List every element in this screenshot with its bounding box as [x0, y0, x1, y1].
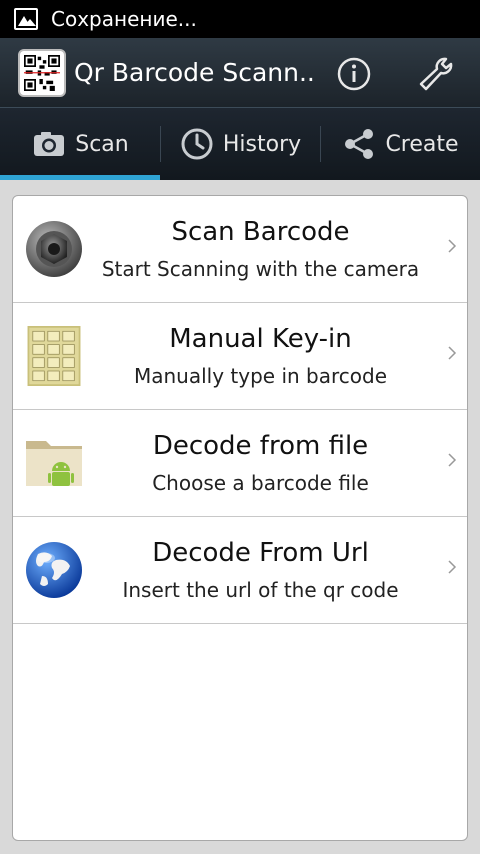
- tab-scan-label: Scan: [75, 131, 129, 157]
- tab-scan[interactable]: Scan: [0, 108, 160, 180]
- chevron-right-icon: [448, 346, 457, 360]
- item-title: Decode from file: [152, 431, 369, 461]
- item-subtitle: Start Scanning with the camera: [101, 257, 420, 281]
- tab-history[interactable]: History: [160, 108, 320, 180]
- app-title: Qr Barcode Scann...: [74, 58, 314, 87]
- item-subtitle: Choose a barcode file: [152, 471, 369, 495]
- item-title: Manual Key-in: [169, 324, 352, 354]
- keypad-icon: [24, 326, 84, 386]
- list-item-decode-from-url[interactable]: Decode From Url Insert the url of the qr…: [13, 517, 467, 624]
- tab-bar: Scan History Create: [0, 108, 480, 180]
- status-text: Сохранение...: [51, 7, 197, 31]
- tab-create[interactable]: Create: [320, 108, 480, 180]
- chevron-right-icon: [448, 453, 457, 467]
- globe-icon: [24, 540, 84, 600]
- list-item-decode-from-file[interactable]: Decode from file Choose a barcode file: [13, 410, 467, 517]
- info-icon[interactable]: [334, 54, 374, 94]
- clock-icon: [181, 128, 213, 160]
- app-qr-icon[interactable]: [18, 48, 66, 97]
- chevron-right-icon: [448, 560, 457, 574]
- folder-android-icon: [24, 433, 84, 493]
- list-item-manual-key-in[interactable]: Manual Key-in Manually type in barcode: [13, 303, 467, 410]
- scan-options-list: Scan Barcode Start Scanning with the cam…: [12, 195, 468, 841]
- item-title: Decode From Url: [152, 538, 369, 568]
- chevron-right-icon: [448, 239, 457, 253]
- tab-create-label: Create: [385, 131, 459, 157]
- status-bar: Сохранение...: [0, 0, 480, 38]
- wrench-icon[interactable]: [416, 54, 456, 94]
- tab-history-label: History: [222, 131, 302, 157]
- camera-icon: [34, 132, 65, 156]
- share-icon: [345, 129, 374, 159]
- item-subtitle: Manually type in barcode: [133, 364, 388, 388]
- camera-lens-icon: [24, 219, 84, 279]
- action-bar: Qr Barcode Scann...: [0, 38, 480, 108]
- image-icon: [14, 8, 38, 30]
- item-title: Scan Barcode: [171, 217, 350, 247]
- item-subtitle: Insert the url of the qr code: [122, 578, 399, 602]
- list-item-scan-barcode[interactable]: Scan Barcode Start Scanning with the cam…: [13, 196, 467, 303]
